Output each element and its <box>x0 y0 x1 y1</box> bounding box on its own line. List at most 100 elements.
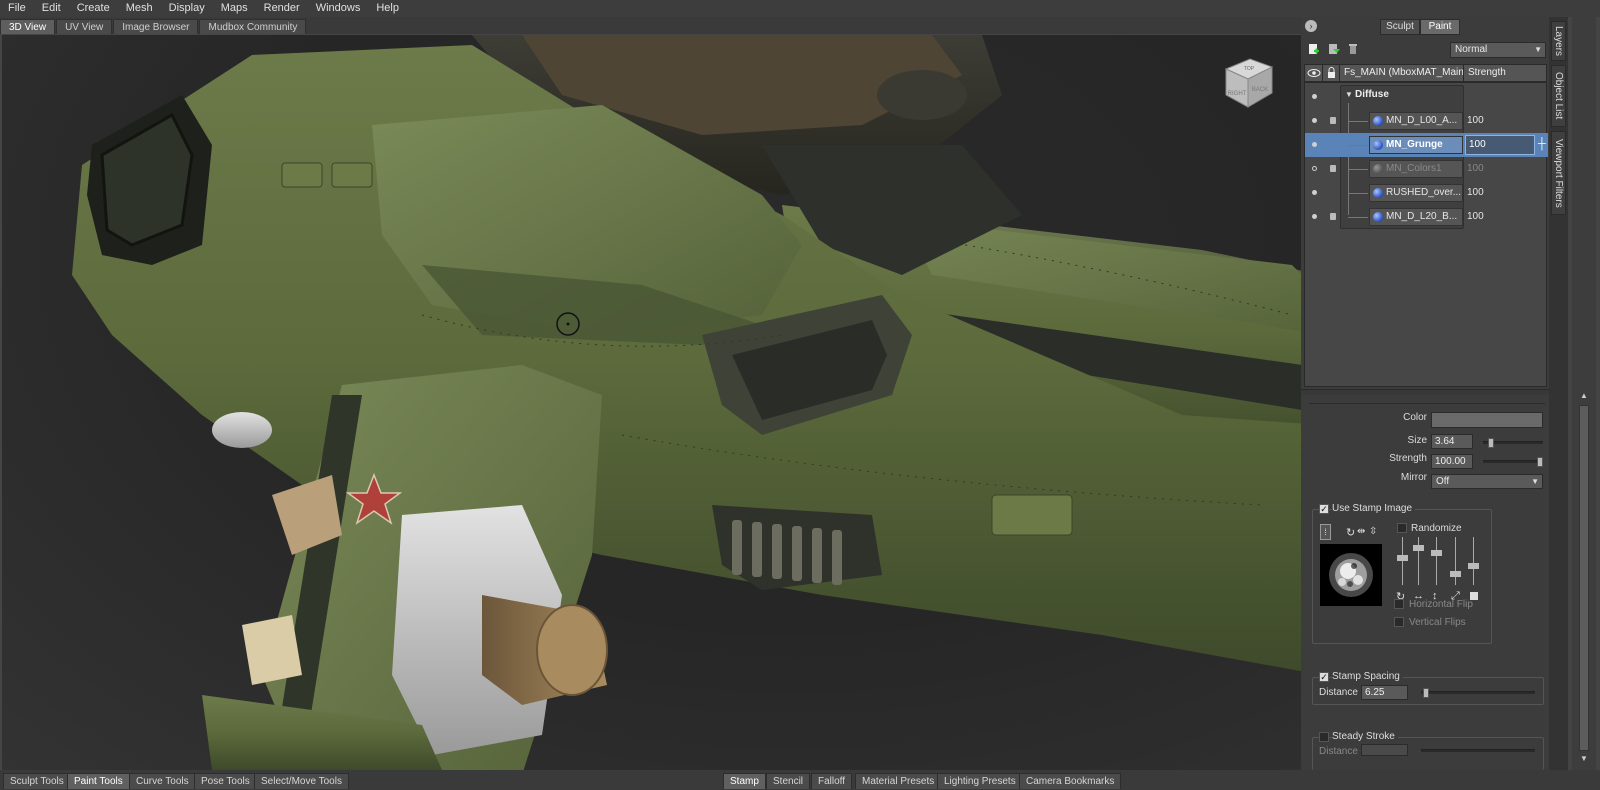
use-stamp-checkbox[interactable]: ✓ <box>1319 504 1329 514</box>
tab-sculpt-tools[interactable]: Sculpt Tools <box>3 773 71 789</box>
scroll-down-icon[interactable]: ▼ <box>1580 754 1588 763</box>
steady-distance-slider[interactable] <box>1421 749 1535 752</box>
visibility-icon[interactable] <box>1312 118 1317 123</box>
tab-object-list[interactable]: Object List <box>1551 65 1566 127</box>
layer-row[interactable]: MN_D_L00_A... 100 <box>1305 109 1548 133</box>
tab-select-move-tools[interactable]: Select/Move Tools <box>254 773 349 789</box>
tab-3d-view[interactable]: 3D View <box>0 19 56 34</box>
blend-mode-dropdown[interactable]: Normal ▼ <box>1450 42 1546 58</box>
rotate-stamp-icon[interactable]: ↻ <box>1346 526 1355 539</box>
tab-mudbox-community[interactable]: Mudbox Community <box>199 19 307 34</box>
lock-icon[interactable] <box>1330 117 1336 124</box>
tab-uv-view[interactable]: UV View <box>56 19 113 34</box>
view-cube-top-label: TOP <box>1244 66 1255 72</box>
spacing-slider-handle[interactable] <box>1423 688 1430 698</box>
layer-name[interactable]: MN_D_L20_B... <box>1369 208 1463 226</box>
lock-icon[interactable] <box>1330 165 1336 172</box>
tab-camera-bookmarks[interactable]: Camera Bookmarks <box>1019 773 1122 789</box>
tab-paint-tools[interactable]: Paint Tools <box>67 773 130 789</box>
scroll-thumb[interactable] <box>1579 405 1589 751</box>
flip-vertical-icon[interactable]: ⇳ <box>1369 526 1377 537</box>
tab-lighting-presets[interactable]: Lighting Presets <box>937 773 1023 789</box>
visibility-icon[interactable] <box>1312 94 1317 99</box>
layer-row[interactable]: MN_Colors1 100 <box>1305 157 1548 181</box>
chevron-down-icon: ▼ <box>1531 477 1539 486</box>
horizontal-flip-checkbox[interactable] <box>1394 599 1404 609</box>
tab-curve-tools[interactable]: Curve Tools <box>129 773 196 789</box>
panel-splitter[interactable] <box>1301 389 1549 395</box>
tab-falloff[interactable]: Falloff <box>811 773 853 789</box>
menu-mesh[interactable]: Mesh <box>118 0 161 17</box>
tab-image-browser[interactable]: Image Browser <box>113 19 199 34</box>
lock-column-icon <box>1323 65 1340 81</box>
strength-column-header[interactable]: Strength <box>1464 65 1548 81</box>
layer-strength-input[interactable]: 100 <box>1465 135 1535 155</box>
new-layer-icon[interactable] <box>1308 43 1320 55</box>
material-name-header[interactable]: Fs_MAIN (MboxMAT_Main <box>1340 65 1464 81</box>
visibility-icon[interactable] <box>1312 214 1317 219</box>
menu-render[interactable]: Render <box>256 0 308 17</box>
merge-layer-icon[interactable] <box>1328 43 1340 55</box>
layer-strength[interactable]: 100 <box>1467 157 1484 181</box>
delete-layer-icon[interactable] <box>1347 43 1359 55</box>
visibility-icon[interactable] <box>1312 190 1317 195</box>
vertical-flips-checkbox[interactable] <box>1394 617 1404 627</box>
tab-pose-tools[interactable]: Pose Tools <box>194 773 257 789</box>
scroll-up-icon[interactable]: ▲ <box>1580 391 1588 400</box>
steady-distance-label: Distance <box>1319 746 1358 757</box>
menu-windows[interactable]: Windows <box>308 0 369 17</box>
stamp-spacing-checkbox[interactable]: ✓ <box>1319 672 1329 682</box>
layer-row[interactable]: RUSHED_over... 100 <box>1305 181 1548 205</box>
tab-stencil[interactable]: Stencil <box>766 773 811 789</box>
size-slider-handle[interactable] <box>1488 438 1495 448</box>
tab-stamp[interactable]: Stamp <box>723 773 766 789</box>
size-slider[interactable] <box>1483 438 1543 448</box>
layer-name[interactable]: MN_Colors1 <box>1369 160 1463 178</box>
visibility-icon[interactable] <box>1312 142 1317 147</box>
layer-strength[interactable]: 100 <box>1467 181 1484 205</box>
view-cube[interactable]: TOP RIGHT BACK <box>1220 53 1278 111</box>
properties-scrollbar[interactable]: ▲ ▼ <box>1568 17 1600 770</box>
layer-row-selected[interactable]: MN_Grunge 100 ┼ <box>1305 133 1548 157</box>
lock-icon[interactable] <box>1330 213 1336 220</box>
menu-help[interactable]: Help <box>368 0 407 17</box>
group-name: Diffuse <box>1355 89 1389 100</box>
color-swatch[interactable] <box>1431 412 1543 428</box>
strength-slider-handle[interactable] <box>1537 457 1543 467</box>
viewport-3d[interactable]: TOP RIGHT BACK <box>2 35 1322 770</box>
steady-stroke-checkbox[interactable] <box>1319 732 1329 742</box>
visibility-icon[interactable] <box>1312 166 1317 171</box>
layer-row[interactable]: MN_D_L20_B... 100 <box>1305 205 1548 229</box>
stamp-thumbnail[interactable] <box>1320 544 1382 606</box>
layer-strength[interactable]: 100 <box>1467 109 1484 133</box>
spacing-distance-slider[interactable] <box>1421 688 1535 698</box>
strength-input[interactable]: 100.00 <box>1431 454 1473 469</box>
tab-viewport-filters[interactable]: Viewport Filters <box>1551 131 1566 215</box>
layer-name[interactable]: RUSHED_over... <box>1369 184 1463 202</box>
menu-create[interactable]: Create <box>69 0 118 17</box>
layer-name[interactable]: MN_D_L00_A... <box>1369 112 1463 130</box>
menu-edit[interactable]: Edit <box>34 0 69 17</box>
menu-display[interactable]: Display <box>161 0 213 17</box>
chevron-down-icon: ▼ <box>1534 45 1542 54</box>
flip-horizontal-icon[interactable]: ⇹ <box>1357 526 1365 537</box>
layer-strength[interactable]: 100 <box>1467 205 1484 229</box>
layer-name[interactable]: MN_Grunge <box>1369 136 1463 154</box>
menu-maps[interactable]: Maps <box>213 0 256 17</box>
randomize-checkbox[interactable] <box>1397 523 1407 533</box>
mirror-dropdown[interactable]: Off ▼ <box>1431 474 1543 489</box>
steady-distance-input[interactable] <box>1361 744 1408 756</box>
expand-arrow-icon[interactable]: ▼ <box>1345 90 1353 99</box>
collapse-panel-icon[interactable]: › <box>1305 20 1317 32</box>
menu-file[interactable]: File <box>0 0 34 17</box>
tab-layers[interactable]: Layers <box>1551 21 1566 61</box>
diffuse-group-row[interactable]: ▼ Diffuse <box>1305 85 1548 109</box>
tab-material-presets[interactable]: Material Presets <box>855 773 942 789</box>
stamp-picker-icon[interactable]: ⁞ <box>1320 524 1331 540</box>
sculpt-mode-button[interactable]: Sculpt <box>1380 19 1420 35</box>
spacing-distance-input[interactable]: 6.25 <box>1361 685 1408 700</box>
use-stamp-label: Use Stamp Image <box>1332 503 1416 514</box>
strength-slider[interactable] <box>1483 457 1543 467</box>
paint-mode-button[interactable]: Paint <box>1420 19 1460 35</box>
size-input[interactable]: 3.64 <box>1431 434 1473 449</box>
